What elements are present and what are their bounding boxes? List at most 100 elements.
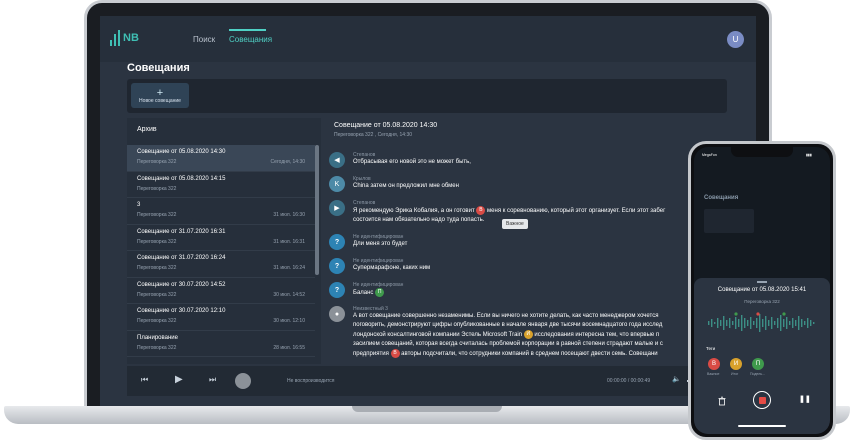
audio-player: ⏮ ▶ ⏭ Не воспроизводится 00:00:00 / 00:0…: [127, 366, 756, 396]
message-text: Отбрасывая его новой это не может быть,: [353, 159, 471, 165]
archive-item[interactable]: Планирование Переговорка 322 28 июл. 16:55: [127, 331, 315, 357]
player-time: 00:00:00 / 00:00:49: [607, 378, 651, 384]
item-room: Переговорка 322: [137, 212, 177, 218]
phone-new-button[interactable]: [704, 209, 754, 233]
archive-item[interactable]: Совещание от 05.08.2020 14:15 Переговорка…: [127, 172, 315, 198]
stop-icon: [758, 396, 766, 404]
new-meeting-label: Новое совещание: [139, 97, 181, 104]
phone-tag-result[interactable]: И: [730, 358, 742, 370]
item-title: Совещание от 30.07.2020 14:52: [137, 281, 226, 288]
item-date: 30 июл. 14:52: [273, 291, 305, 298]
phone-tag-label: Итог: [731, 372, 739, 376]
play-button[interactable]: ▶: [175, 374, 183, 385]
tag-tooltip: Важное: [502, 219, 528, 229]
archive-panel: Архив Совещание от 05.08.2020 14:30 Перег…: [127, 118, 321, 364]
message-text: засилием совещаний, которая всегда счита…: [353, 341, 663, 348]
player-status: Не воспроизводится: [287, 378, 335, 384]
top-bar: NB Поиск Совещания U: [100, 16, 756, 62]
toolbar: + Новое совещание: [127, 79, 727, 113]
item-date: 31 июл. 16:24: [273, 265, 305, 271]
tag-share[interactable]: П: [375, 288, 385, 297]
tag-important[interactable]: В: [390, 349, 400, 359]
item-room: Переговорка 322: [137, 344, 177, 351]
phone-tag-label: Важное: [707, 372, 720, 376]
item-room: Переговорка 322: [137, 159, 177, 165]
skip-back-icon[interactable]: ⏮: [141, 375, 148, 385]
message-text: меня к соревнованию, который этот органи…: [487, 208, 666, 215]
nav-active-indicator: [229, 29, 266, 31]
laptop-notch: [352, 406, 502, 412]
user-avatar[interactable]: U: [727, 31, 744, 48]
tag-result[interactable]: И: [523, 330, 533, 339]
battery-icon: ▮▮▮: [806, 153, 812, 157]
item-title: Совещание от 05.08.2020 14:15: [137, 175, 226, 182]
item-date: Сегодня, 14:30: [270, 159, 305, 165]
waveform: [708, 312, 815, 332]
item-room: Переговорка 322: [137, 238, 177, 245]
recording-sheet: Совещание от 05.08.2020 15:41 Переговорк…: [694, 278, 830, 434]
item-date: 30 июл. 12:10: [273, 318, 305, 324]
item-room: Переговорка 322: [137, 185, 177, 192]
message-text: А вот совещание совершенно незаменимы. Е…: [353, 313, 659, 319]
item-title: Планирование: [137, 334, 178, 341]
play-icon[interactable]: ▶: [329, 200, 345, 216]
home-indicator: [738, 425, 786, 427]
volume-icon[interactable]: 🔈: [672, 375, 681, 383]
phone-tag-label: Подель...: [750, 372, 766, 376]
meeting-subtitle: Переговорка 322 , Сегодня, 14:30: [334, 132, 413, 138]
item-title: Совещание от 31.07.2020 16:31: [137, 228, 226, 235]
nav-meetings[interactable]: Совещания: [229, 35, 272, 44]
message-text: исследования интересна тем, что впервые …: [534, 332, 660, 339]
phone-tag-important[interactable]: В: [708, 358, 720, 370]
item-date: 31 июл. 16:31: [273, 238, 305, 245]
item-title: Совещание от 30.07.2020 12:10: [137, 308, 226, 314]
tags-label: Теги: [706, 346, 716, 351]
message-text: Баланс: [353, 290, 374, 297]
logo-text: NB: [123, 32, 139, 44]
archive-item[interactable]: Совещание от 30.07.2020 14:52 Переговорка…: [127, 278, 315, 304]
stop-record-button[interactable]: [753, 391, 771, 409]
recording-room: Переговорка 322: [744, 299, 780, 304]
speaker-volume-icon[interactable]: ◀: [329, 152, 345, 168]
archive-item[interactable]: Совещание от 31.07.2020 16:24 Переговорка…: [127, 251, 315, 278]
archive-scrollbar[interactable]: [315, 145, 319, 275]
message-text: China затем он предложил мне обмен: [353, 183, 459, 189]
phone-frame: MegaFon ▮▮▮ Совещания Совещание от 05.08…: [688, 141, 836, 440]
message-text: авторы подсчитали, что сотрудники компан…: [401, 351, 658, 358]
message-text: поговорить, демонстрируют цифры опублико…: [353, 322, 663, 328]
carrier-label: MegaFon: [702, 153, 717, 157]
skip-forward-icon[interactable]: ⏭: [209, 375, 216, 385]
phone-tag-share[interactable]: П: [752, 358, 764, 370]
archive-item[interactable]: 3 Переговорка 322 31 июл. 16:30: [127, 198, 315, 225]
nav-search[interactable]: Поиск: [193, 35, 215, 44]
app-logo[interactable]: NB: [110, 30, 139, 46]
pause-icon[interactable]: ❚❚: [799, 395, 811, 403]
archive-item[interactable]: Совещание от 30.07.2020 12:10 Переговорка…: [127, 304, 315, 331]
phone-screen: MegaFon ▮▮▮ Совещания Совещание от 05.08…: [694, 147, 830, 434]
trash-icon[interactable]: [717, 396, 727, 406]
new-meeting-button[interactable]: + Новое совещание: [131, 83, 189, 108]
meeting-title: Совещание от 05.08.2020 14:30: [334, 122, 438, 129]
item-room: Переговорка 322: [137, 265, 177, 271]
unknown-speaker-icon: ?: [329, 234, 345, 250]
message-text: предприятия: [353, 351, 389, 358]
message-text: лондонской консалтинговой компании Эстел…: [353, 332, 523, 339]
recording-title: Совещание от 05.08.2020 15:41: [717, 287, 807, 293]
item-title: Совещание от 05.08.2020 14:30: [137, 149, 226, 155]
archive-item[interactable]: Совещание от 05.08.2020 14:30 Переговорка…: [127, 145, 315, 172]
archive-list: Совещание от 05.08.2020 14:30 Переговорка…: [127, 145, 315, 357]
sheet-handle[interactable]: [757, 281, 767, 283]
speaker-avatar: [235, 373, 251, 389]
unknown-speaker-icon: ?: [329, 282, 345, 298]
message-text: Я рекомендую Эрика Кобалия, а он готовит: [353, 208, 475, 215]
message-text: Супермарафоне, каких ним: [353, 265, 431, 271]
tag-important[interactable]: В: [476, 206, 486, 215]
archive-item[interactable]: Совещание от 31.07.2020 16:31 Переговорка…: [127, 225, 315, 251]
app-window: NB Поиск Совещания U Совещания + Новое с…: [100, 16, 756, 406]
message-text: Дли меня это будет: [353, 241, 408, 247]
unknown-speaker-icon: ?: [329, 258, 345, 274]
logo-bars-icon: [110, 30, 120, 46]
item-date: 31 июл. 16:30: [273, 212, 305, 218]
item-title: Совещание от 31.07.2020 16:24: [137, 255, 226, 261]
user-icon: ●: [329, 306, 345, 322]
